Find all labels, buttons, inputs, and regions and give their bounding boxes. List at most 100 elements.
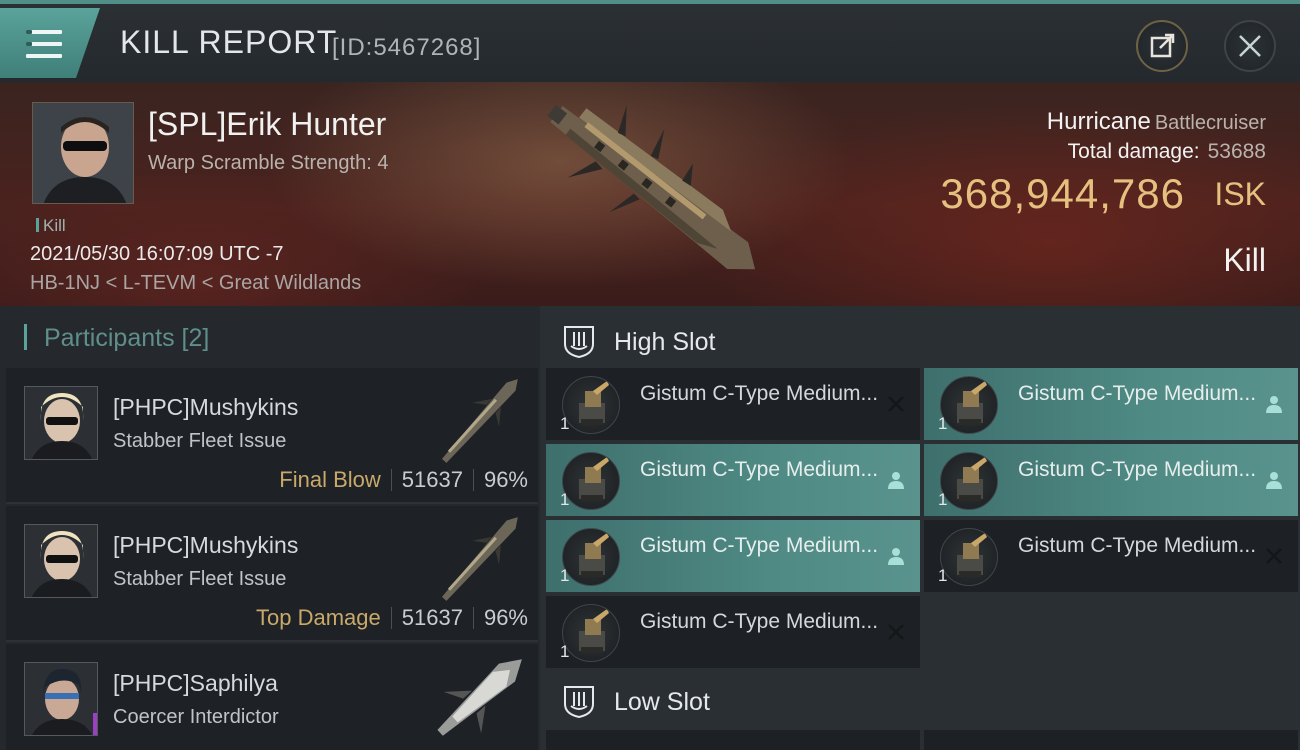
module-quantity: 1 <box>938 414 948 433</box>
module-name: Gistum C-Type Medium... <box>640 382 879 405</box>
high-slot-label: High Slot <box>614 328 716 356</box>
module-quantity: 1 <box>560 566 570 585</box>
participant-row[interactable]: i [PHPC]Saphilya Coercer Interdictor <box>6 644 538 750</box>
hamburger-menu-icon <box>26 30 62 58</box>
participants-label: Participants <box>43 324 175 352</box>
fitting-panel: High Slot 1 Gistum C-Type Medium... 1 Gi… <box>540 306 1300 750</box>
page-title: KILL REPORT <box>120 24 338 60</box>
ship-name-text: Hurricane <box>1046 108 1151 135</box>
participant-percent: 96% <box>483 605 528 630</box>
high-slot-header: High Slot <box>544 310 1300 370</box>
participant-ship-image <box>437 659 522 736</box>
participant-row[interactable]: [PHPC]Mushykins Stabber Fleet Issue Top … <box>6 506 538 642</box>
pilot-avatar <box>33 103 133 203</box>
share-external-icon <box>1150 33 1175 58</box>
participant-role: Top Damage <box>256 605 381 630</box>
module-quantity: 1 <box>560 490 570 509</box>
turret-module-icon <box>562 452 620 510</box>
destroyed-icon <box>1266 548 1282 564</box>
module-quantity: 1 <box>938 490 948 509</box>
module-quantity: 1 <box>560 414 570 433</box>
module-slot[interactable]: 1 Gistum C-Type Medium... <box>546 368 920 440</box>
module-name: Gistum C-Type Medium... <box>1018 534 1257 557</box>
participant-name[interactable]: [PHPC]Saphilya <box>113 670 278 697</box>
module-quantity: 1 <box>560 642 570 661</box>
module-name: Gistum C-Type Medium... <box>640 458 879 481</box>
turret-module-icon <box>940 452 998 510</box>
module-slot-partial[interactable] <box>924 730 1298 750</box>
participant-stats: Final Blow 51637 96% <box>279 467 528 493</box>
menu-button[interactable] <box>0 8 100 78</box>
victim-name[interactable]: [SPL]Erik Hunter <box>148 106 386 143</box>
module-slot[interactable]: 1 Gistum C-Type Medium... <box>546 520 920 592</box>
participant-ship-image <box>441 379 518 463</box>
dropped-person-icon <box>1266 472 1282 489</box>
avatar <box>24 524 98 598</box>
participant-stats: Top Damage 51637 96% <box>256 605 528 631</box>
participant-name[interactable]: [PHPC]Mushykins <box>113 532 298 559</box>
low-slot-icon <box>564 686 594 718</box>
participant-ship: Stabber Fleet Issue <box>113 430 287 452</box>
victim-ship-name[interactable]: Hurricane Battlecruiser <box>1047 108 1266 136</box>
dropped-person-icon <box>888 472 904 489</box>
destroyed-icon <box>888 396 904 412</box>
participant-name[interactable]: [PHPC]Mushykins <box>113 394 298 421</box>
victim-ship-image <box>547 104 756 270</box>
module-slot-partial[interactable] <box>546 730 920 750</box>
module-quantity: 1 <box>938 566 948 585</box>
turret-module-icon <box>940 376 998 434</box>
participant-role: Final Blow <box>279 467 381 492</box>
high-slot-icon <box>564 326 594 358</box>
module-name: Gistum C-Type Medium... <box>1018 382 1257 405</box>
participant-ship: Coercer Interdictor <box>113 706 279 728</box>
total-damage-label: Total damage: <box>1067 140 1200 163</box>
close-button[interactable] <box>1224 20 1276 72</box>
module-slot[interactable]: 1 Gistum C-Type Medium... <box>546 444 920 516</box>
victim-portrait[interactable] <box>32 102 134 204</box>
low-slot-label: Low Slot <box>614 688 710 716</box>
header-bar: KILL REPORT [ID:5467268] <box>0 0 1300 82</box>
close-icon <box>1239 35 1261 57</box>
participants-count: [2] <box>181 324 210 352</box>
kill-id: [ID:5467268] <box>332 34 482 61</box>
avatar <box>24 386 98 460</box>
module-slot[interactable]: 1 Gistum C-Type Medium... <box>924 368 1298 440</box>
turret-module-icon <box>562 604 620 662</box>
turret-module-icon <box>562 528 620 586</box>
warp-scramble-text: Warp Scramble Strength: 4 <box>148 152 389 174</box>
participant-ship: Stabber Fleet Issue <box>113 568 287 590</box>
module-slot[interactable]: 1 Gistum C-Type Medium... <box>924 520 1298 592</box>
low-slot-header: Low Slot <box>544 670 1300 730</box>
destroyed-icon <box>888 624 904 640</box>
module-name: Gistum C-Type Medium... <box>640 610 879 633</box>
module-name: Gistum C-Type Medium... <box>640 534 879 557</box>
dropped-person-icon <box>888 548 904 565</box>
module-slot[interactable]: 1 Gistum C-Type Medium... <box>546 596 920 668</box>
total-damage: Total damage: 53688 <box>1068 140 1266 164</box>
participant-damage: 51637 <box>401 467 463 492</box>
kill-type-label: Kill <box>1223 242 1266 278</box>
module-slot[interactable]: 1 Gistum C-Type Medium... <box>924 444 1298 516</box>
module-name: Gistum C-Type Medium... <box>1018 458 1257 481</box>
participant-row[interactable]: [PHPC]Mushykins Stabber Fleet Issue Fina… <box>6 368 538 504</box>
victim-banner: [SPL]Erik Hunter Warp Scramble Strength:… <box>0 82 1300 306</box>
turret-module-icon <box>940 528 998 586</box>
ship-class-text: Battlecruiser <box>1154 112 1266 134</box>
participants-list: [PHPC]Mushykins Stabber Fleet Issue Fina… <box>6 368 538 750</box>
dropped-person-icon <box>1266 396 1282 413</box>
kill-location[interactable]: HB-1NJ < L-TEVM < Great Wildlands <box>30 272 361 295</box>
avatar: i <box>24 662 98 736</box>
total-damage-value: 53688 <box>1207 140 1266 163</box>
kill-datetime: 2021/05/30 16:07:09 UTC -7 <box>30 243 284 265</box>
corp-info-icon: i <box>93 713 97 735</box>
isk-unit: ISK <box>1214 176 1266 212</box>
turret-module-icon <box>562 376 620 434</box>
participant-percent: 96% <box>483 467 528 492</box>
participant-ship-image <box>441 517 518 601</box>
participant-damage: 51637 <box>401 605 463 630</box>
isk-value: 368,944,786 <box>940 170 1185 217</box>
participants-panel: Participants [2] [PHPC]Mushykins Stabber… <box>0 306 540 750</box>
participants-heading: Participants [2] <box>24 324 209 353</box>
kill-tag: Kill <box>36 216 66 236</box>
share-button[interactable] <box>1136 20 1188 72</box>
